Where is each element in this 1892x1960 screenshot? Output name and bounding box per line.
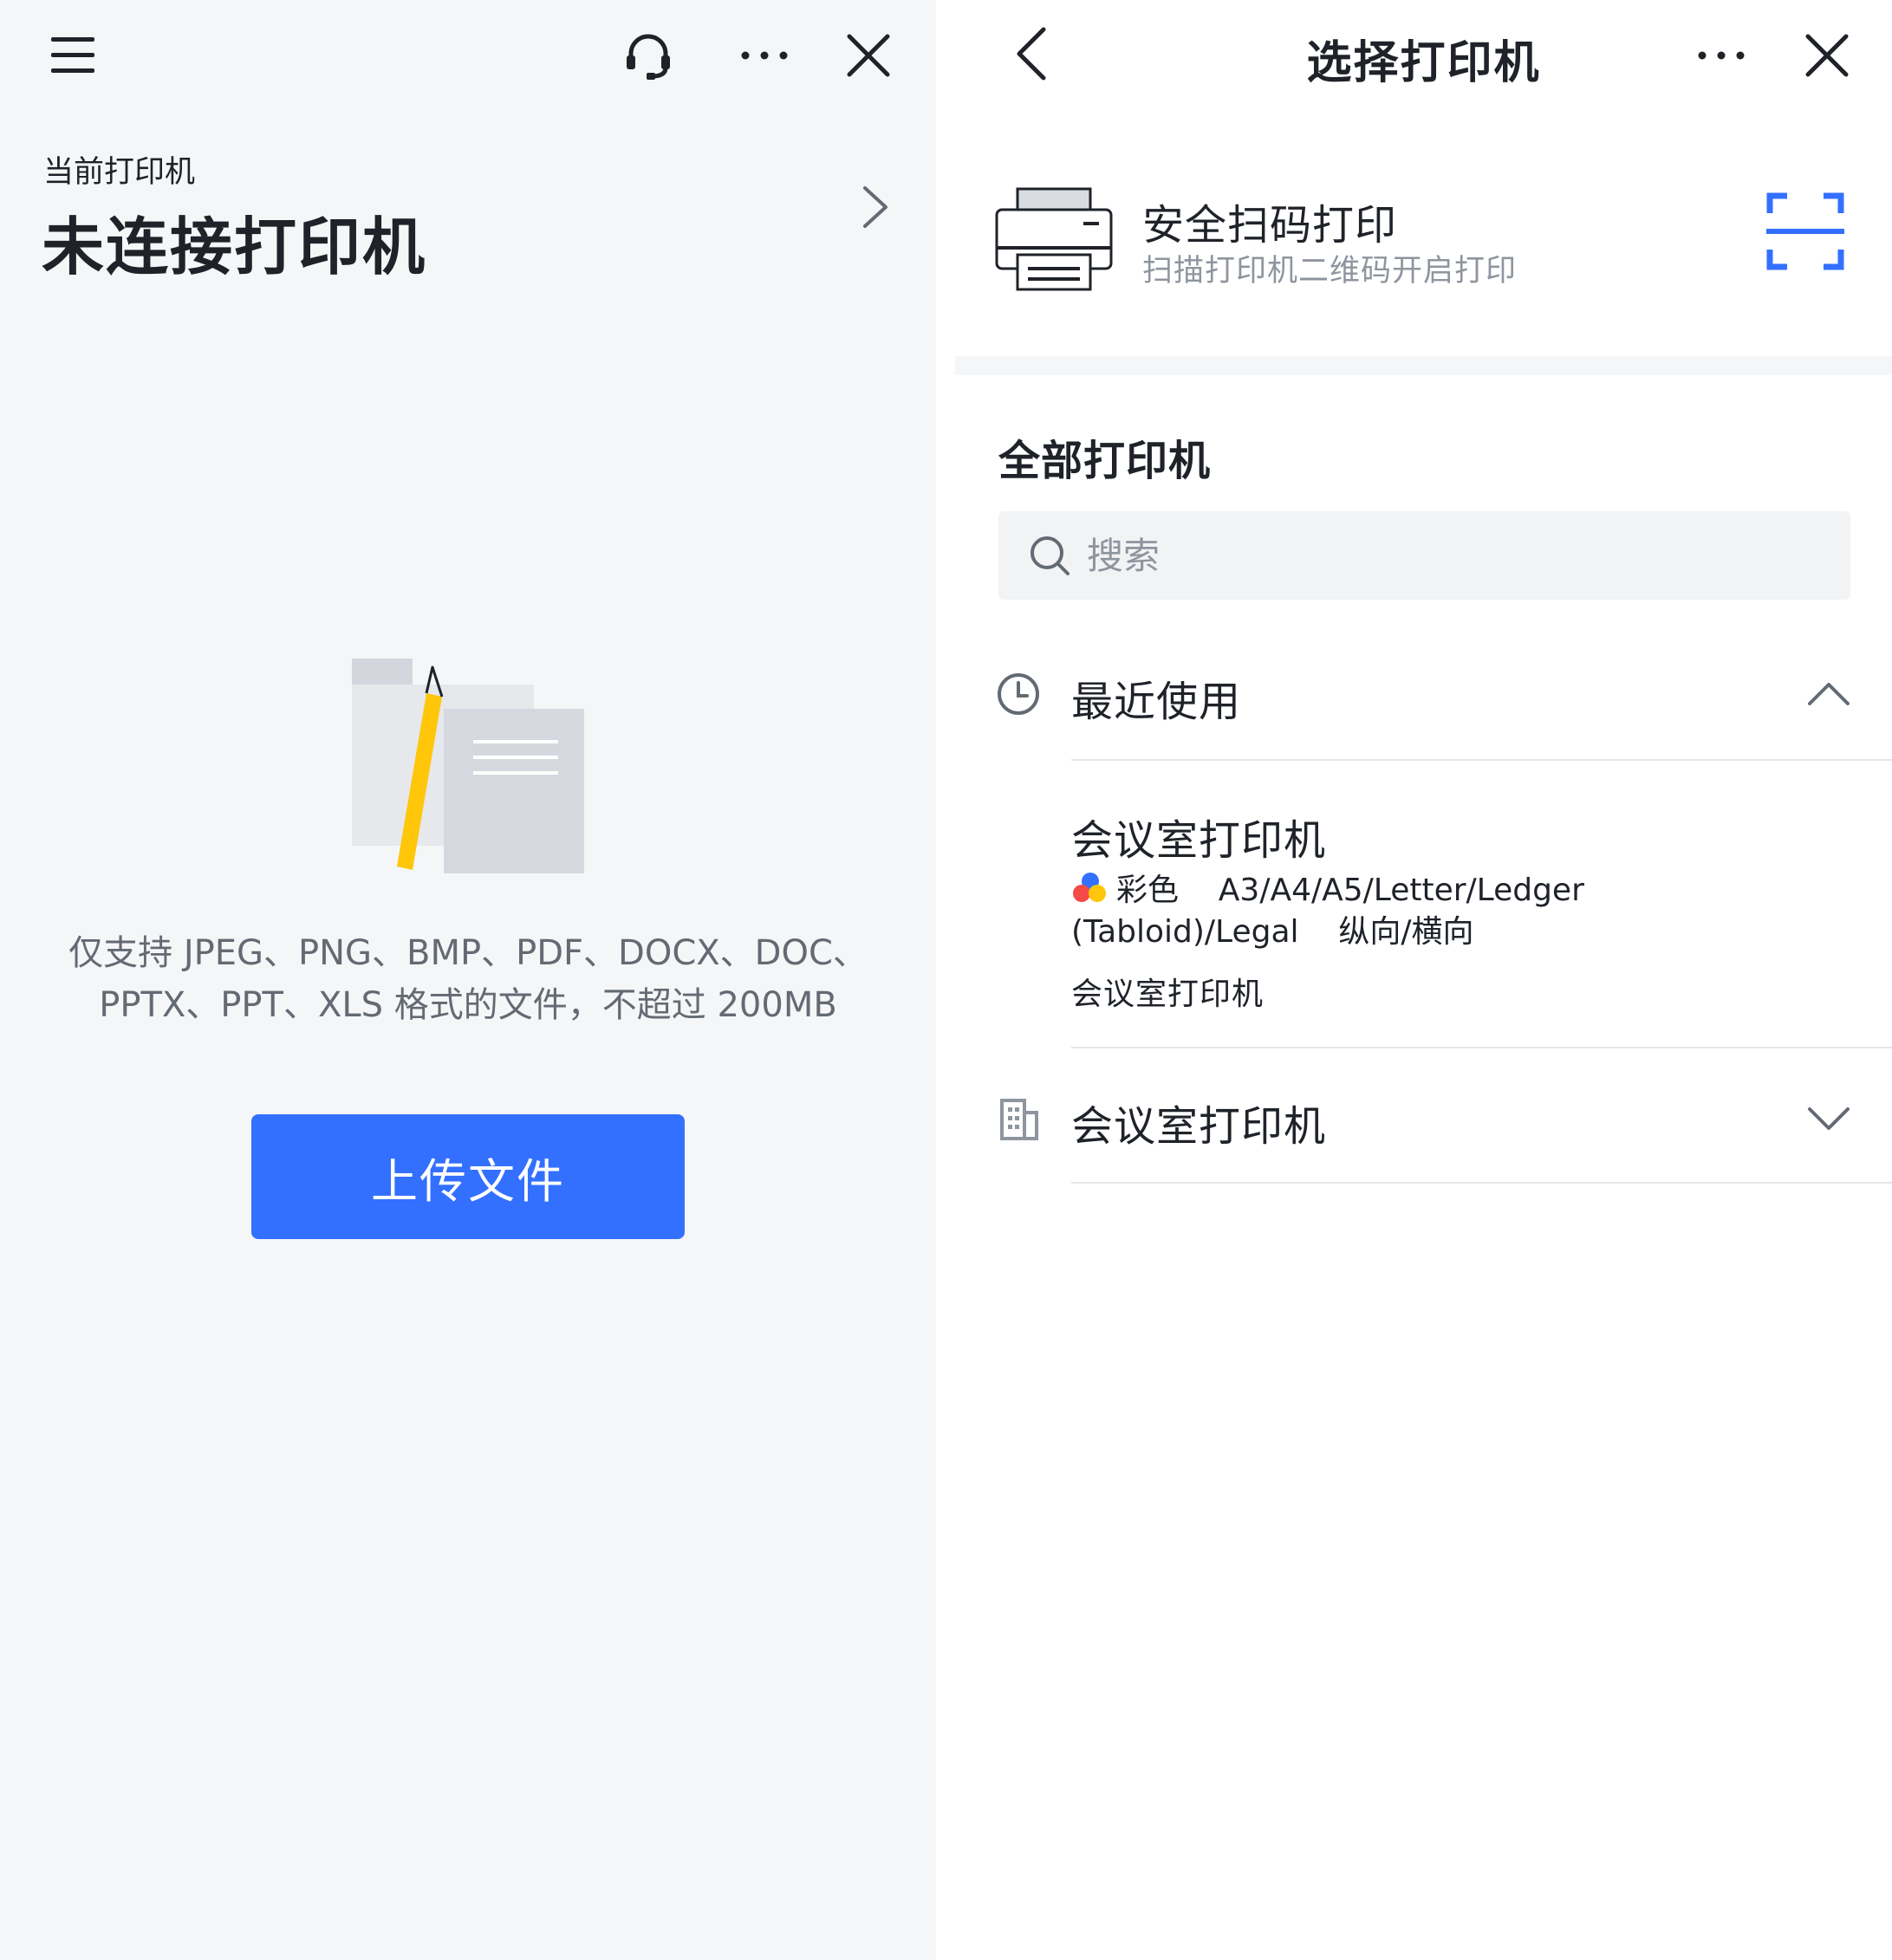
select-printer-button[interactable] [849,177,901,237]
supported-formats-line-1: 仅支持 JPEG、PNG、BMP、PDF、DOCX、DOC、 [68,933,868,973]
printer-status-title[interactable]: 未连接打印机 [42,196,426,287]
printer-name: 会议室打印机 [1071,816,1327,865]
location-printers-group[interactable]: 会议室打印机 [955,1071,1892,1166]
paper-sizes-cont: (Tabloid)/Legal [1071,914,1299,950]
close-icon [847,34,890,77]
building-icon [1000,1099,1038,1140]
printer-location: 会议室打印机 [1071,977,1265,1012]
printer-icon [995,187,1113,291]
close-icon [1805,34,1849,77]
more-icon [1698,51,1745,60]
color-mode: 彩色 [1116,873,1180,908]
printer-capabilities: 彩色 A3/A4/A5/Letter/Ledger (Tabloid)/Lega… [1071,870,1851,953]
location-group-label: 会议室打印机 [1071,1102,1327,1151]
empty-documents-illustration [352,659,584,873]
scan-print-title: 安全扫码打印 [1142,201,1398,250]
app-root: 当前打印机 未连接打印机 仅支持 JPEG、PNG、BMP、PDF、DOCX、D… [0,0,1892,1960]
clock-icon [998,673,1039,715]
section-divider [955,356,1892,375]
color-mode-icon [1071,871,1109,905]
close-button[interactable] [837,24,900,87]
current-printer-label: 当前打印机 [43,155,196,190]
print-home-panel: 当前打印机 未连接打印机 仅支持 JPEG、PNG、BMP、PDF、DOCX、D… [0,0,936,1960]
recent-group-label: 最近使用 [1071,678,1242,726]
select-printer-panel: 选择打印机 安全扫码打印 扫描打印机二维码开启打印 全部打印机 搜索 最近使用 … [955,0,1892,1960]
recent-printers-group[interactable]: 最近使用 [955,646,1892,742]
more-options-button[interactable] [1690,24,1752,87]
recent-printer-item[interactable]: 会议室打印机 彩色 A3/A4/A5/Letter/Ledger (Tabloi… [1071,761,1886,1047]
scan-icon[interactable] [1766,192,1844,270]
menu-icon [51,37,94,73]
secure-scan-print-card[interactable]: 安全扫码打印 扫描打印机二维码开启打印 [955,173,1892,355]
all-printers-heading: 全部打印机 [998,437,1212,485]
chevron-down-icon [1808,1107,1850,1130]
headset-icon [627,34,670,80]
row-separator [1071,1182,1892,1184]
more-icon [741,51,788,60]
more-options-button[interactable] [733,24,796,87]
chevron-up-icon [1808,683,1850,705]
panel-divider [936,0,955,1960]
menu-button[interactable] [42,24,104,87]
customer-support-button[interactable] [617,24,679,87]
supported-formats-line-2: PPTX、PPT、XLS 格式的文件，不超过 200MB [99,985,837,1025]
search-icon [1031,536,1070,575]
orientation: 纵向/横向 [1338,914,1474,950]
paper-sizes: A3/A4/A5/Letter/Ledger [1218,873,1584,908]
scan-print-subtitle: 扫描打印机二维码开启打印 [1142,254,1518,289]
search-input[interactable] [1087,534,1798,577]
search-bar[interactable] [998,511,1850,600]
row-separator [1071,1047,1892,1048]
close-button[interactable] [1796,24,1858,87]
chevron-right-icon [863,186,887,228]
upload-file-button[interactable]: 上传文件 [251,1114,685,1239]
supported-formats-text: 仅支持 JPEG、PNG、BMP、PDF、DOCX、DOC、 PPTX、PPT、… [35,927,901,1031]
